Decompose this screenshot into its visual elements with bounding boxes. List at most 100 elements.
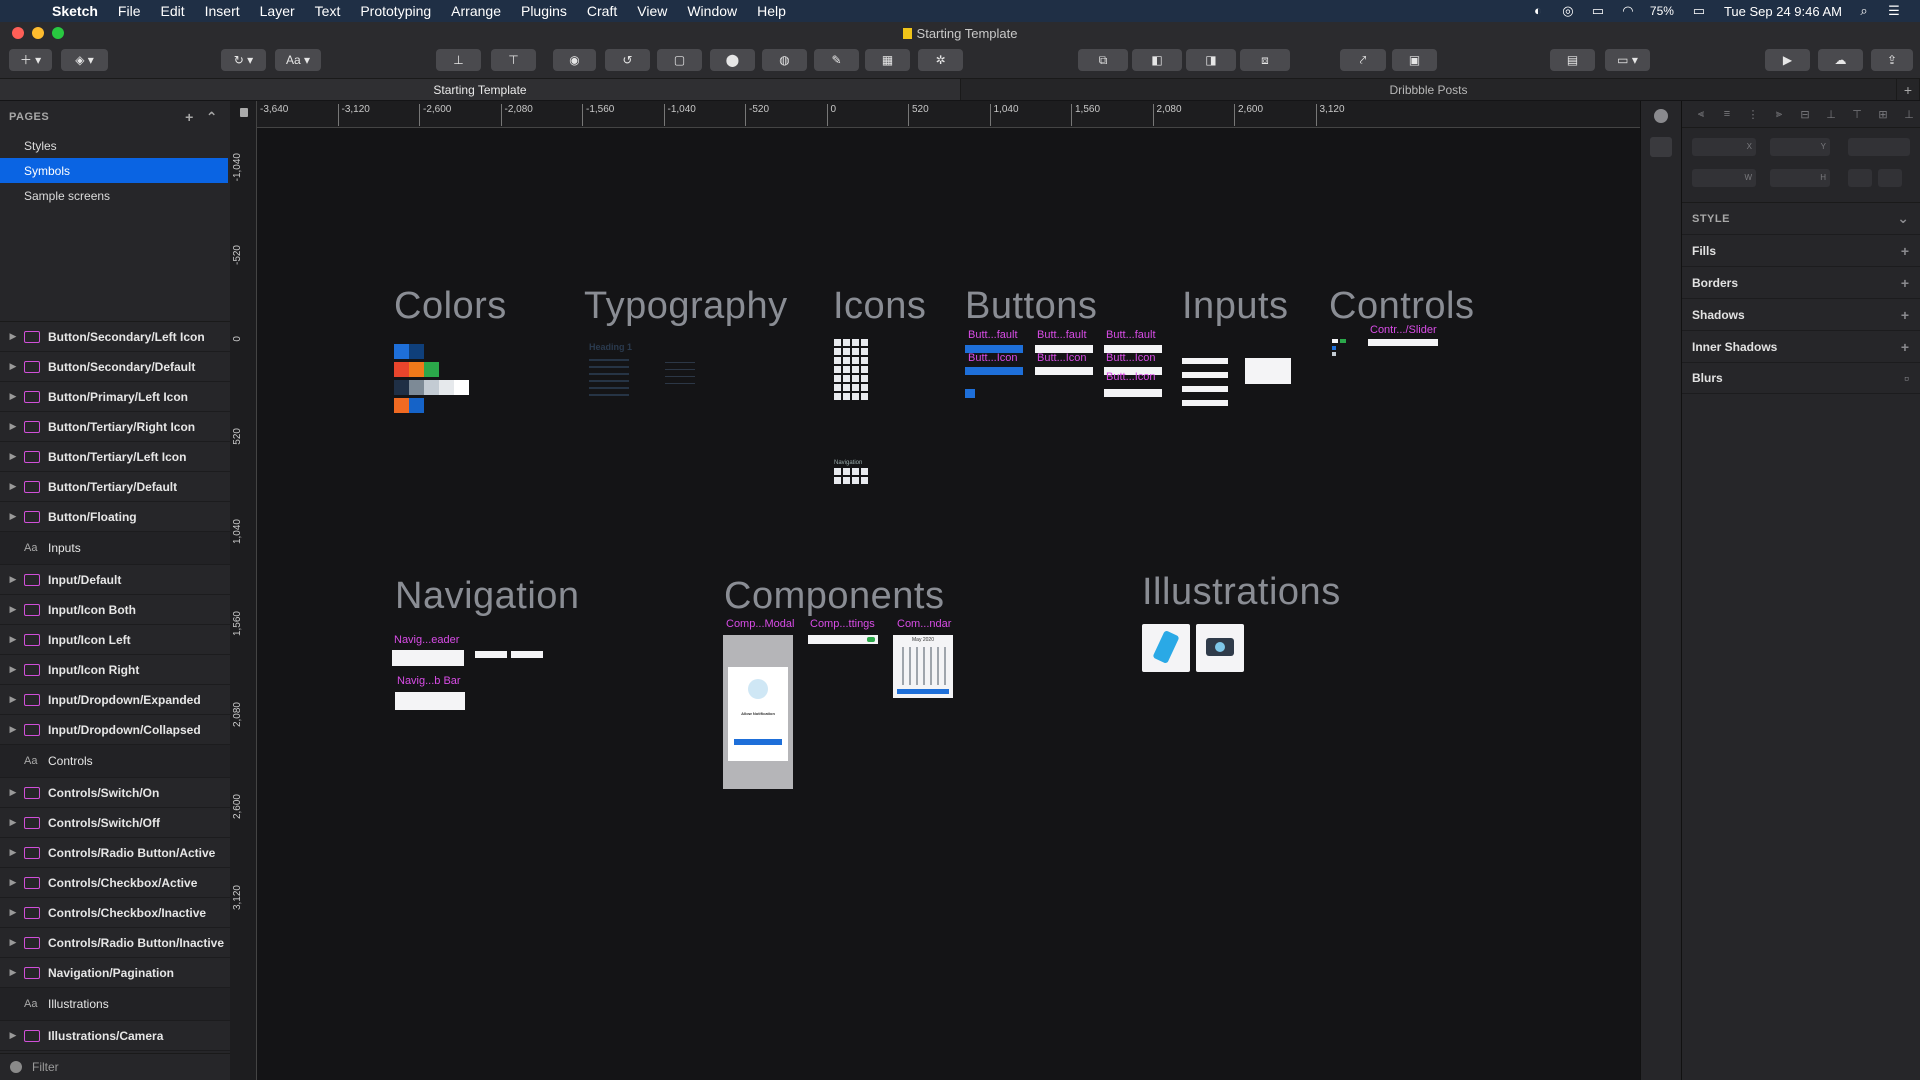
button-tertiary-right-icon-preview[interactable] (1104, 389, 1162, 397)
control-checkbox-preview[interactable] (1332, 352, 1336, 356)
menubar-datetime[interactable]: Tue Sep 24 9:46 AM (1724, 4, 1842, 19)
icon-thumbnail[interactable] (861, 348, 868, 355)
icon-thumbnail[interactable] (861, 339, 868, 346)
y-field[interactable]: Y (1770, 138, 1830, 156)
menu-text[interactable]: Text (305, 3, 351, 19)
view-menu-button[interactable]: ▭ ▾ (1605, 49, 1650, 71)
mirror-button[interactable]: ▣ (1392, 49, 1437, 71)
layer-row-symbol[interactable]: ▶ Input/Dropdown/Expanded (0, 685, 230, 715)
icon-thumbnail[interactable] (834, 339, 841, 346)
disclosure-triangle-icon[interactable]: ▶ (6, 967, 20, 978)
icons-grid[interactable] (834, 339, 874, 409)
symbol-label-controls-slider[interactable]: Contr.../Slider (1370, 324, 1437, 336)
align-center-icon[interactable]: ≡ (1718, 108, 1736, 120)
inspector-prototype-tab-icon[interactable] (1650, 137, 1672, 157)
transform-button[interactable]: ⬤ (710, 49, 755, 71)
fills-section[interactable]: Fills + (1682, 234, 1920, 266)
disclosure-triangle-icon[interactable]: ▶ (6, 634, 20, 645)
airplay-icon[interactable]: ▭ (1590, 4, 1606, 18)
align-top-icon[interactable]: ⊤ (1848, 108, 1866, 121)
insert-button[interactable]: ＋ ▾ (9, 49, 52, 71)
vertical-ruler[interactable]: -1,040 -520 0 520 1,040 1,560 2,080 2,600 3,120 (230, 101, 257, 1080)
reset-button[interactable]: ↺ (605, 49, 650, 71)
layer-row-symbol[interactable]: ▶ Input/Icon Right (0, 655, 230, 685)
subtract-button[interactable]: ◧ (1132, 49, 1182, 71)
disclosure-triangle-icon[interactable]: ▶ (6, 451, 20, 462)
navigation-tab-bar-preview[interactable] (395, 692, 465, 710)
layer-row-text[interactable]: Aa Controls (0, 745, 230, 778)
icon-thumbnail[interactable] (861, 477, 868, 484)
add-inner-shadow-plus-icon[interactable]: + (1901, 339, 1909, 355)
symbol-label-components-modal[interactable]: Comp...Modal (726, 618, 794, 630)
distribute-icon[interactable]: ⋮ (1744, 108, 1762, 121)
prototype-link-button[interactable]: ⤤ (1340, 49, 1386, 71)
navigation-breadcrumb-preview[interactable] (511, 651, 543, 658)
button-primary-left-icon-preview[interactable] (965, 367, 1023, 375)
shadows-section[interactable]: Shadows + (1682, 298, 1920, 330)
component-modal-preview[interactable]: Allow Notification (723, 635, 793, 789)
icon-thumbnail[interactable] (843, 357, 850, 364)
button-floating-preview[interactable] (965, 389, 975, 398)
icon-thumbnail[interactable] (834, 393, 841, 400)
horizontal-ruler[interactable]: -3,640 -3,120 -2,600 -2,080 -1,560 -1,040 -520… (230, 101, 1640, 128)
color-swatch[interactable] (424, 380, 439, 395)
artboard-title-illustrations[interactable]: Illustrations (1142, 571, 1341, 614)
add-shadow-plus-icon[interactable]: + (1901, 307, 1909, 323)
layer-row-symbol[interactable]: ▶ Button/Tertiary/Right Icon (0, 412, 230, 442)
disclosure-triangle-icon[interactable]: ▶ (6, 937, 20, 948)
disclosure-triangle-icon[interactable]: ▶ (6, 391, 20, 402)
group-button[interactable]: ⊥ (436, 49, 481, 71)
color-swatch[interactable] (439, 380, 454, 395)
disclosure-triangle-icon[interactable]: ▶ (6, 787, 20, 798)
menu-prototyping[interactable]: Prototyping (350, 3, 441, 19)
spotlight-search-icon[interactable]: ⌕ (1856, 4, 1872, 18)
layer-row-symbol[interactable]: ▶ Button/Primary/Left Icon (0, 382, 230, 412)
symbol-label-components-calendar[interactable]: Com...ndar (897, 618, 951, 630)
flip-horizontal-button[interactable] (1848, 169, 1872, 187)
color-swatch[interactable] (409, 398, 424, 413)
union-button[interactable]: ⧉ (1078, 49, 1128, 71)
icon-thumbnail[interactable] (834, 357, 841, 364)
battery-icon[interactable]: ▭ (1688, 4, 1710, 18)
navigation-icons-grid[interactable] (834, 468, 874, 488)
typography-heading1-preview[interactable]: Heading 1 (589, 342, 632, 352)
height-field[interactable]: H (1770, 169, 1830, 187)
control-slider-preview[interactable] (1368, 339, 1438, 346)
symbol-label-button-tertiary-right-icon[interactable]: Butt...Icon (1106, 371, 1156, 383)
disclosure-triangle-icon[interactable]: ▶ (6, 1030, 20, 1041)
disclosure-triangle-icon[interactable]: ▶ (6, 724, 20, 735)
artboard-title-navigation[interactable]: Navigation (395, 575, 580, 618)
filter-input[interactable]: Filter (32, 1060, 59, 1074)
text-styles-button[interactable]: Aa ▾ (275, 49, 321, 71)
illustration-camera-preview[interactable] (1196, 624, 1244, 672)
symbol-label-button-primary-default[interactable]: Butt...fault (968, 329, 1018, 341)
icon-thumbnail[interactable] (834, 477, 841, 484)
layer-row-symbol[interactable]: ▶ Input/Default (0, 565, 230, 595)
layer-row-symbol[interactable]: ▶ Input/Icon Both (0, 595, 230, 625)
control-switch-on-preview[interactable] (1340, 339, 1346, 343)
color-swatch[interactable] (394, 398, 409, 413)
layer-row-symbol[interactable]: ▶ Controls/Radio Button/Inactive (0, 928, 230, 958)
component-calendar-preview[interactable]: May 2020 (893, 635, 953, 698)
layer-row-symbol[interactable]: ▶ Controls/Checkbox/Active (0, 868, 230, 898)
symbol-label-navigation-header[interactable]: Navig...eader (394, 634, 459, 646)
layer-row-symbol[interactable]: ▶ Input/Dropdown/Collapsed (0, 715, 230, 745)
layer-row-symbol[interactable]: ▶ Controls/Checkbox/Inactive (0, 898, 230, 928)
icon-thumbnail[interactable] (834, 366, 841, 373)
icon-thumbnail[interactable] (834, 348, 841, 355)
button-secondary-left-icon-preview[interactable] (1035, 367, 1093, 375)
artboard-title-buttons[interactable]: Buttons (965, 285, 1097, 328)
tab-dribbble-posts[interactable]: Dribbble Posts (961, 79, 1898, 100)
disclosure-triangle-icon[interactable]: ▶ (6, 511, 20, 522)
page-item-styles[interactable]: Styles (0, 133, 228, 158)
icon-thumbnail[interactable] (852, 366, 859, 373)
symbols-button[interactable]: ◈ ▾ (61, 49, 108, 71)
close-window-button[interactable] (12, 27, 24, 39)
disclosure-triangle-icon[interactable]: ▶ (6, 664, 20, 675)
flatten-button[interactable]: ✎ (814, 49, 859, 71)
borders-section[interactable]: Borders + (1682, 266, 1920, 298)
creative-cloud-icon[interactable]: ◐ (1530, 4, 1546, 18)
disclosure-triangle-icon[interactable]: ▶ (6, 817, 20, 828)
icon-thumbnail[interactable] (861, 468, 868, 475)
icon-thumbnail[interactable] (843, 348, 850, 355)
